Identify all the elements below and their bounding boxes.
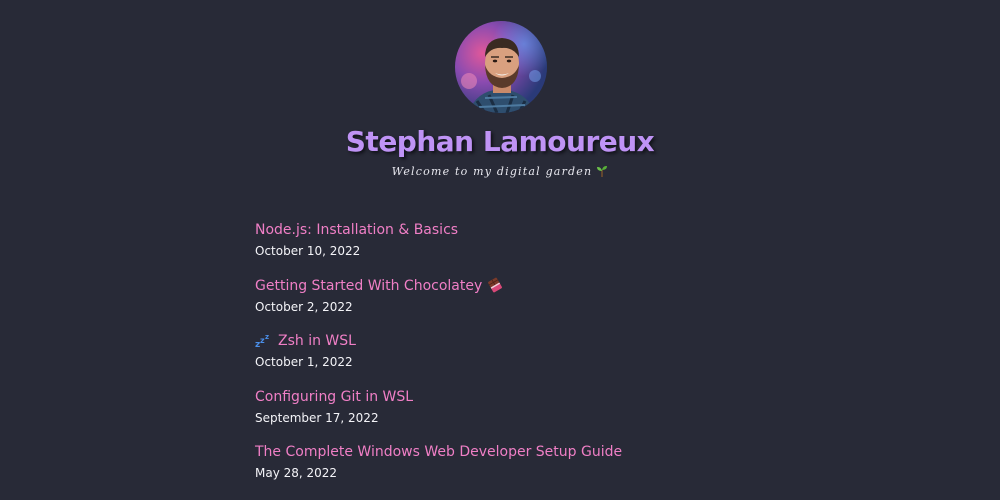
post-link[interactable]: Getting Started With Chocolatey (255, 274, 755, 298)
list-item: z z z Zsh in WSL October 1, 2022 (255, 329, 755, 385)
svg-text:z: z (265, 333, 269, 341)
list-item: The Complete Windows Web Developer Setup… (255, 440, 755, 496)
page: Stephan Lamoureux Welcome to my digital … (0, 0, 1000, 500)
post-date: October 1, 2022 (255, 355, 353, 370)
chocolate-bar-icon (488, 277, 503, 292)
post-date: October 2, 2022 (255, 299, 353, 314)
list-item: Node.js: Installation & Basics October 1… (255, 218, 755, 274)
post-date: October 10, 2022 (255, 244, 361, 258)
post-date: May 28, 2022 (255, 466, 338, 481)
post-link[interactable]: Node.js: Installation & Basics (255, 218, 755, 242)
post-link[interactable]: The Complete Windows Web Developer Setup… (255, 440, 755, 464)
list-item: Configuring Git in WSL September 17, 202… (255, 385, 755, 441)
avatar-photo (455, 21, 547, 113)
post-link[interactable]: z z z Zsh in WSL (255, 329, 755, 353)
list-item: Getting Started With Chocolatey October … (255, 274, 755, 330)
post-title: Configuring Git in WSL (255, 388, 414, 405)
tagline: Welcome to my digital garden (0, 164, 1000, 180)
post-link[interactable]: Configuring Git in WSL (255, 385, 755, 409)
seedling-icon (597, 165, 608, 177)
post-title: Getting Started With Chocolatey (255, 277, 483, 294)
post-title: Node.js: Installation & Basics (255, 222, 459, 238)
avatar (455, 21, 547, 113)
tagline-text: Welcome to my digital garden (391, 165, 593, 178)
post-date: September 17, 2022 (255, 410, 379, 425)
post-title: The Complete Windows Web Developer Setup… (255, 444, 623, 461)
post-title: Zsh in WSL (278, 333, 356, 350)
site-title: Stephan Lamoureux (345, 125, 655, 158)
sleeping-zzz-icon: z z z (255, 333, 269, 348)
post-list: Node.js: Installation & Basics October 1… (255, 218, 755, 496)
